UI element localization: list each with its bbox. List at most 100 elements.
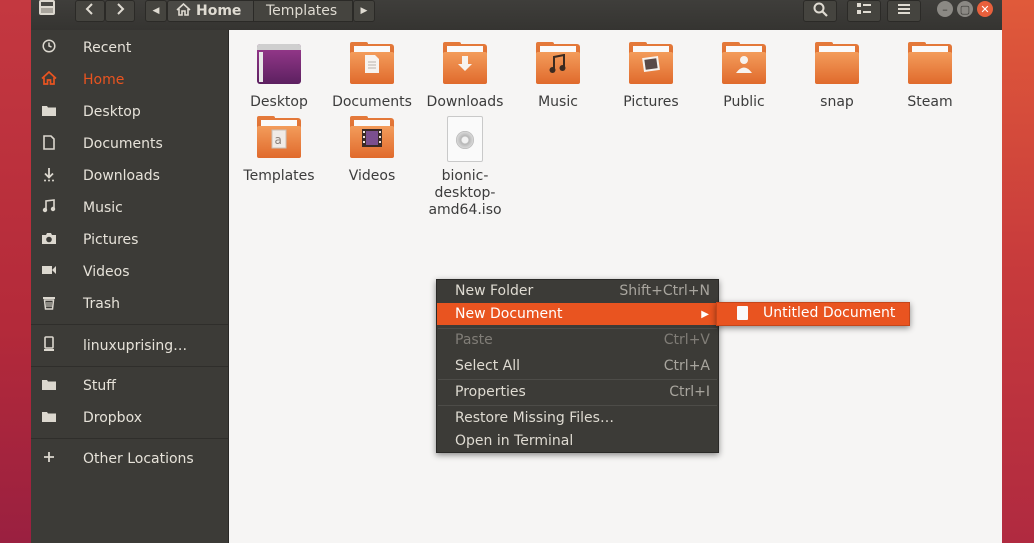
context-menu: New Folder Shift+Ctrl+N New Document ▶ P… [436, 279, 719, 453]
maximize-icon: ▢ [959, 2, 971, 16]
sidebar-item-stuff[interactable]: Stuff [31, 372, 228, 400]
close-button[interactable]: ✕ [977, 1, 993, 17]
desktop-background-right [1002, 0, 1034, 543]
menu-item-properties[interactable]: Properties Ctrl+I [437, 381, 718, 403]
sidebar-separator [31, 324, 228, 325]
sidebar-item-drive[interactable]: linuxuprising… [31, 332, 228, 360]
path-scroll-right-button[interactable]: ▶ [353, 0, 375, 22]
desktop-background-left [0, 0, 31, 543]
menu-item-accel: Ctrl+A [663, 358, 710, 374]
file-item-videos[interactable]: Videos [326, 104, 418, 185]
file-label: Pictures [623, 94, 679, 110]
music-folder-icon [534, 42, 582, 88]
sidebar-item-desktop[interactable]: Desktop [31, 98, 228, 126]
folder-icon [906, 42, 954, 88]
menu-item-label: Properties [455, 384, 526, 400]
menu-item-open-in-terminal[interactable]: Open in Terminal [437, 430, 718, 452]
path-templates-button[interactable]: Templates [253, 0, 353, 22]
menu-item-new-document[interactable]: New Document ▶ [437, 303, 718, 325]
menu-item-select-all[interactable]: Select All Ctrl+A [437, 355, 718, 377]
chevron-left-icon [85, 3, 95, 19]
download-icon [39, 167, 59, 186]
new-document-submenu: Untitled Document [716, 302, 910, 326]
disc-image-icon [441, 116, 489, 162]
maximize-button[interactable]: ▢ [957, 1, 973, 17]
plus-icon [39, 451, 59, 467]
menu-item-label: Restore Missing Files… [455, 410, 614, 426]
file-item-downloads[interactable]: Downloads [419, 30, 511, 111]
desktop-folder-icon [255, 42, 303, 88]
menu-item-label: Open in Terminal [455, 433, 574, 449]
music-icon [39, 199, 59, 217]
svg-text:a: a [275, 133, 282, 147]
chevron-right-icon [115, 3, 125, 19]
file-label: Music [538, 94, 578, 110]
sidebar-item-music[interactable]: Music [31, 194, 228, 222]
file-item-iso[interactable]: bionic- desktop- amd64.iso [419, 104, 511, 219]
file-item-desktop[interactable]: Desktop [233, 30, 325, 111]
menu-item-paste[interactable]: Paste Ctrl+V [437, 329, 718, 351]
menu-item-accel: Ctrl+I [669, 384, 710, 400]
path-scroll-left-button[interactable]: ◀ [145, 0, 167, 22]
document-icon [39, 134, 59, 154]
file-item-public[interactable]: Public [698, 30, 790, 111]
file-manager-window: ◀ Home Templates ▶ – ▢ ✕ Recent Home Des… [31, 0, 1002, 543]
video-icon [39, 264, 59, 280]
sidebar-separator [31, 438, 228, 439]
menu-item-new-folder[interactable]: New Folder Shift+Ctrl+N [437, 280, 718, 302]
back-button[interactable] [75, 0, 105, 22]
header-bar: ◀ Home Templates ▶ – ▢ ✕ [31, 0, 1002, 31]
sidebar-item-label: Recent [83, 40, 132, 56]
path-home-button[interactable]: Home [167, 0, 263, 22]
menu-item-accel: Ctrl+V [663, 332, 710, 348]
sidebar-item-documents[interactable]: Documents [31, 130, 228, 158]
file-item-steam[interactable]: Steam [884, 30, 976, 111]
sidebar-item-recent[interactable]: Recent [31, 34, 228, 62]
submenu-arrow-icon: ▶ [701, 308, 709, 320]
file-item-snap[interactable]: snap [791, 30, 883, 111]
file-item-templates[interactable]: a Templates [233, 104, 325, 185]
documents-folder-icon [348, 42, 396, 88]
search-button[interactable] [803, 0, 837, 22]
menu-button[interactable] [887, 0, 921, 22]
file-label: snap [820, 94, 854, 110]
sidebar-item-label: Videos [83, 264, 130, 280]
file-label-line-1: bionic- [441, 168, 489, 184]
templates-folder-icon: a [255, 116, 303, 162]
file-item-pictures[interactable]: Pictures [605, 30, 697, 111]
menu-item-label: New Folder [455, 283, 534, 299]
folder-icon [813, 42, 861, 88]
sidebar: Recent Home Desktop Documents Downloads [31, 30, 229, 543]
sidebar-item-videos[interactable]: Videos [31, 258, 228, 286]
folder-icon [39, 378, 59, 395]
file-item-music[interactable]: Music [512, 30, 604, 111]
menu-item-restore-missing-files[interactable]: Restore Missing Files… [437, 407, 718, 429]
triangle-left-icon: ◀ [152, 6, 160, 16]
menu-item-accel: Shift+Ctrl+N [619, 283, 710, 299]
view-toggle-icon [857, 3, 871, 19]
forward-button[interactable] [105, 0, 135, 22]
home-icon [39, 70, 59, 89]
minimize-button[interactable]: – [937, 1, 953, 17]
minimize-icon: – [942, 2, 948, 16]
hamburger-menu-icon [898, 3, 910, 19]
sidebar-item-dropbox[interactable]: Dropbox [31, 404, 228, 432]
sidebar-item-pictures[interactable]: Pictures [31, 226, 228, 254]
file-item-documents[interactable]: Documents [326, 30, 418, 111]
pictures-folder-icon [627, 42, 675, 88]
sidebar-item-label: Dropbox [83, 410, 142, 426]
sidebar-item-trash[interactable]: Trash [31, 290, 228, 318]
sidebar-item-label: Stuff [83, 378, 116, 394]
trash-icon [39, 295, 59, 314]
camera-icon [39, 232, 59, 249]
sidebar-item-label: Music [83, 200, 123, 216]
file-label: Steam [907, 94, 953, 110]
submenu-item-untitled-document[interactable]: Untitled Document [717, 303, 909, 325]
view-toggle-button[interactable] [847, 0, 881, 22]
sidebar-item-other-locations[interactable]: Other Locations [31, 445, 228, 473]
sidebar-item-home[interactable]: Home [31, 66, 228, 94]
drive-icon [39, 336, 59, 356]
home-icon [176, 2, 191, 20]
sidebar-item-downloads[interactable]: Downloads [31, 162, 228, 190]
sidebar-item-label: Desktop [83, 104, 141, 120]
